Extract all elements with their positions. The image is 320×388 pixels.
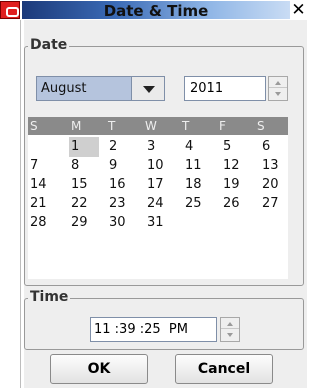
date-group-label: Date [28,37,70,53]
time-spin-buttons[interactable] [220,317,240,342]
calendar-day[interactable]: 20 [260,175,290,195]
calendar-day[interactable]: 31 [145,213,175,233]
calendar-day[interactable]: 19 [221,175,251,195]
cancel-button[interactable]: Cancel [175,354,273,384]
calendar-day[interactable]: 5 [221,137,251,157]
calendar-day[interactable]: 6 [260,137,290,157]
calendar-day[interactable]: 15 [69,175,99,195]
calendar-day[interactable]: 25 [183,194,213,214]
year-increment-icon[interactable] [269,77,287,88]
calendar-day[interactable]: 26 [221,194,251,214]
year-spin-buttons[interactable] [268,76,288,101]
weekday-label: W [145,119,157,133]
calendar-day-selected[interactable]: 1 [69,137,99,157]
window-left-edge [0,20,24,388]
calendar-day[interactable]: 16 [107,175,137,195]
calendar-day[interactable]: 24 [145,194,175,214]
year-decrement-icon[interactable] [269,89,287,100]
weekday-label: T [108,119,116,133]
time-group-label: Time [28,289,71,305]
calendar-weekday-header: SMTWTFS [28,117,288,135]
month-combo[interactable]: August [36,76,165,101]
calendar-day[interactable]: 27 [260,194,290,214]
calendar-day[interactable]: 14 [28,175,58,195]
calendar-day[interactable]: 11 [183,156,213,176]
year-field[interactable]: 2011 [184,76,266,101]
calendar-day[interactable]: 2 [107,137,137,157]
chevron-down-icon[interactable] [131,77,164,100]
calendar-day[interactable]: 17 [145,175,175,195]
weekday-label: T [182,119,190,133]
calendar-day[interactable]: 7 [28,156,58,176]
calendar-day[interactable]: 21 [28,194,58,214]
time-increment-icon[interactable] [221,318,239,329]
app-icon[interactable] [0,1,20,19]
calendar-day[interactable]: 3 [145,137,175,157]
calendar-day[interactable]: 28 [28,213,58,233]
time-decrement-icon[interactable] [221,330,239,341]
calendar-day[interactable]: 29 [69,213,99,233]
year-spinner[interactable]: 2011 [184,76,288,101]
weekday-label: F [219,119,226,133]
weekday-label: S [30,119,38,133]
ok-button[interactable]: OK [50,354,148,384]
calendar-day[interactable]: 23 [107,194,137,214]
window-title: Date & Time [103,2,209,20]
calendar-day[interactable]: 18 [183,175,213,195]
calendar-day[interactable]: 12 [221,156,251,176]
weekday-label: M [71,119,82,133]
calendar-day[interactable]: 13 [260,156,290,176]
calendar-day[interactable]: 4 [183,137,213,157]
calendar-day[interactable]: 9 [107,156,137,176]
date-time-dialog: Date & Time ✕ Date August 2011 SMTWTFS 1… [0,0,307,388]
close-icon[interactable]: ✕ [290,0,307,20]
month-combo-value: August [41,81,87,96]
calendar-day[interactable]: 10 [145,156,175,176]
title-bar: Date & Time ✕ [0,0,307,20]
calendar-day[interactable]: 8 [69,156,99,176]
calendar-day[interactable]: 30 [107,213,137,233]
time-field[interactable]: 11 :39 :25 PM [90,317,217,342]
weekday-label: S [257,119,265,133]
calendar-day[interactable]: 22 [69,194,99,214]
calendar-grid: SMTWTFS 1 2 3 4 5 6 7 8 9 10 11 12 13 14 15 16 17 18 19 20 2… [28,117,288,279]
